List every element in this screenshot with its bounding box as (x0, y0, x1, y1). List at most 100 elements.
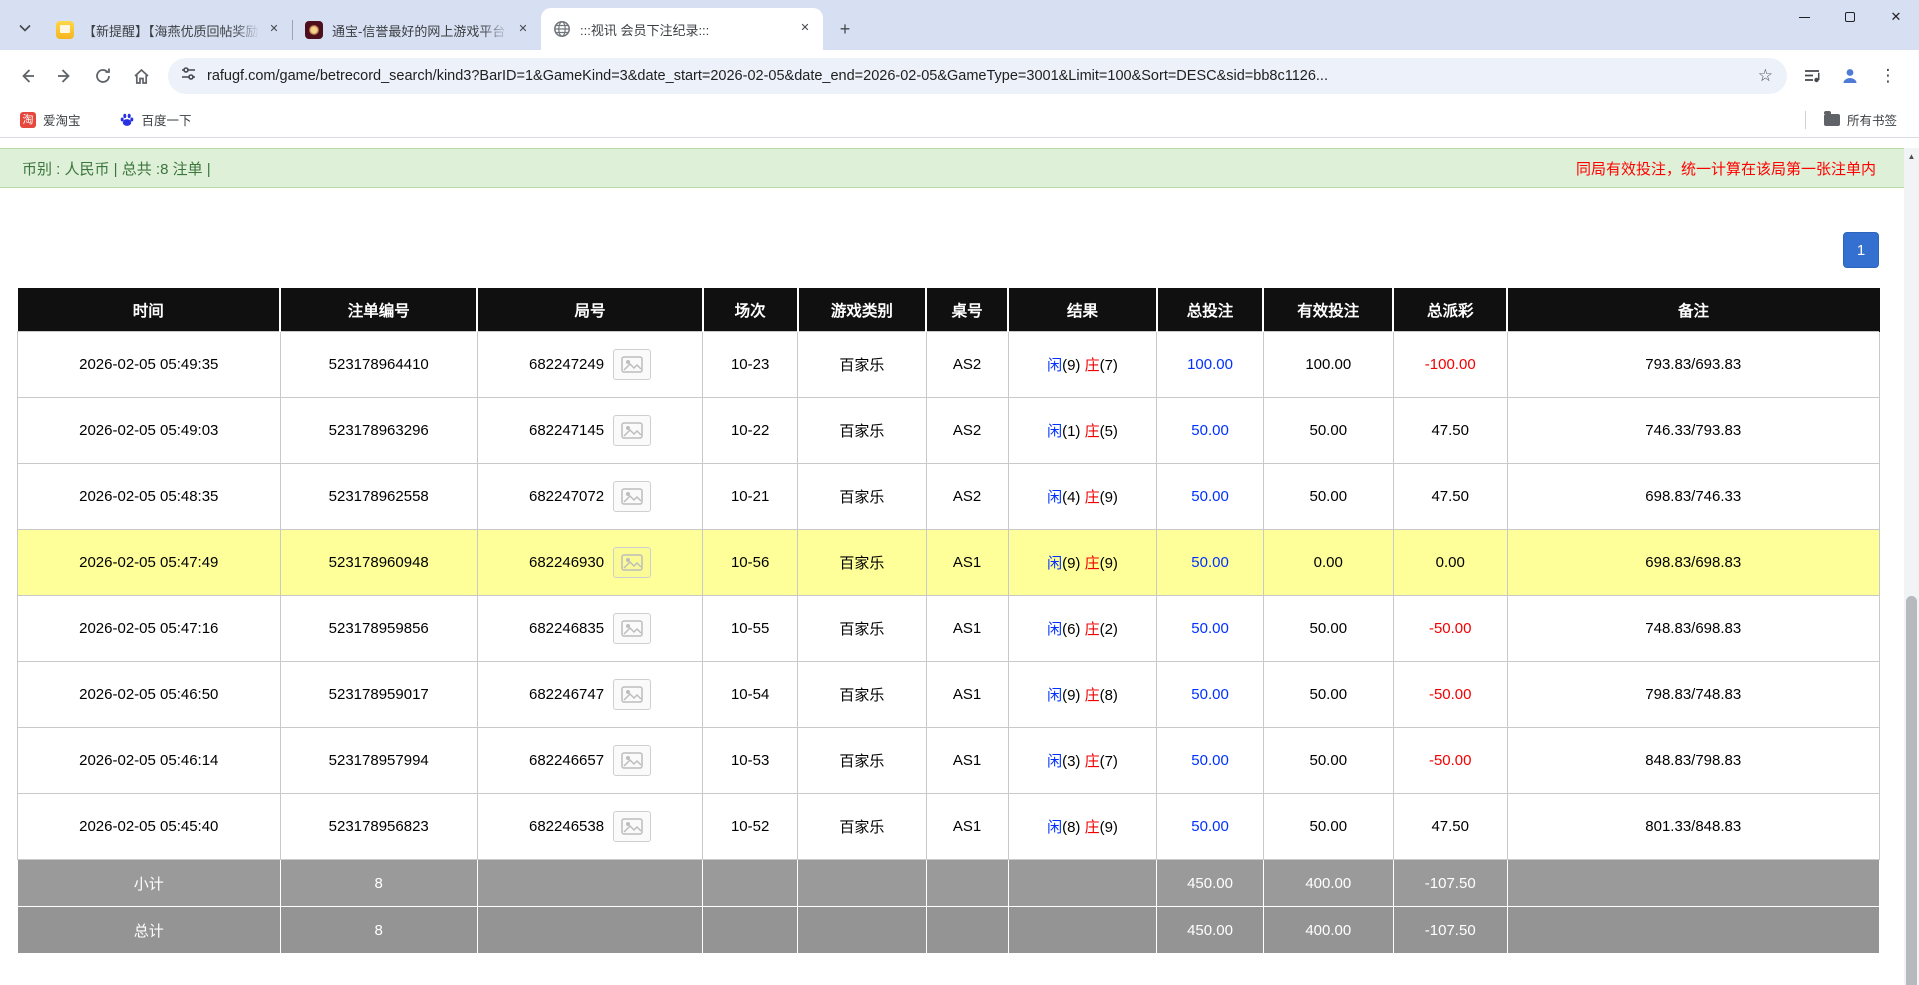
window-maximize-button[interactable] (1827, 0, 1873, 34)
bookmark-label: 爱淘宝 (43, 114, 81, 128)
bookmark-baidu[interactable]: 百度一下 (113, 107, 198, 133)
total-bet-link[interactable]: 50.00 (1191, 488, 1229, 505)
tab-close-icon[interactable]: ✕ (797, 21, 813, 37)
cell-time: 2026-02-05 05:45:40 (17, 793, 281, 860)
result-player-label: 闲 (1047, 423, 1063, 440)
total-count: 8 (279, 906, 478, 954)
subtotal-empty-result (1007, 859, 1158, 907)
cell-note: 698.83/746.33 (1506, 463, 1881, 530)
result-player-label: 闲 (1047, 489, 1063, 506)
total-bet-link[interactable]: 50.00 (1191, 686, 1229, 703)
address-bar[interactable]: rafugf.com/game/betrecord_search/kind3?B… (168, 58, 1787, 94)
home-button[interactable] (124, 59, 158, 93)
total-bet-link[interactable]: 50.00 (1191, 752, 1229, 769)
total-bet-link[interactable]: 50.00 (1191, 554, 1229, 571)
site-settings-tune-icon[interactable] (180, 65, 197, 87)
cell-session: 10-23 (702, 331, 799, 398)
url-text[interactable]: rafugf.com/game/betrecord_search/kind3?B… (207, 68, 1754, 84)
subtotal-empty-session (702, 859, 799, 907)
cell-result: 闲(1) 庄(5) (1007, 397, 1158, 464)
scrollbar-thumb[interactable] (1906, 596, 1917, 985)
cell-round-id: 682247145 (476, 397, 704, 464)
round-number: 682246657 (528, 752, 605, 769)
total-bet-link[interactable]: 50.00 (1191, 422, 1229, 439)
result-banker-label: 庄 (1084, 423, 1100, 440)
cell-time: 2026-02-05 05:47:49 (17, 529, 281, 596)
bet-table-footer: 小计 8 450.00 400.00 -107.50 总计 8 450.00 400.00 -10… (17, 859, 1881, 954)
bookmarks-divider (1804, 110, 1806, 129)
window-minimize-button[interactable] (1781, 0, 1827, 34)
round-replay-image-icon[interactable] (613, 481, 652, 512)
subtotal-payout: -107.50 (1392, 859, 1508, 907)
new-tab-button[interactable]: + (831, 15, 859, 43)
bookmark-taobao[interactable]: 淘 爱淘宝 (14, 107, 87, 133)
bet-row: 2026-02-05 05:46:14 523178957994 682246657… (17, 727, 1881, 794)
header-payout: 总派彩 (1393, 288, 1509, 332)
total-bet-link[interactable]: 50.00 (1191, 818, 1229, 835)
all-bookmarks-button[interactable]: 所有书签 (1818, 107, 1903, 133)
cell-valid-bet: 50.00 (1262, 793, 1394, 860)
result-player-label: 闲 (1047, 621, 1063, 638)
cell-round-id: 682246835 (476, 595, 704, 662)
cell-game-type: 百家乐 (797, 727, 927, 794)
round-replay-image-icon[interactable] (613, 613, 652, 644)
tab-close-icon[interactable]: ✕ (266, 22, 282, 38)
forward-button[interactable] (48, 59, 82, 93)
total-total-bet: 450.00 (1156, 906, 1264, 954)
round-replay-image-icon[interactable] (613, 415, 652, 446)
cell-table-no: AS2 (925, 331, 1009, 398)
cell-total-bet: 50.00 (1156, 397, 1264, 464)
total-bet-link[interactable]: 50.00 (1191, 620, 1229, 637)
browser-menu-kebab-icon[interactable]: ⋮ (1871, 59, 1905, 93)
result-player-label: 闲 (1047, 357, 1063, 374)
tab-close-icon[interactable]: ✕ (515, 22, 531, 38)
cell-payout: 47.50 (1392, 793, 1508, 860)
bookmarks-bar: 淘 爱淘宝 百度一下 所有书签 (0, 102, 1919, 138)
total-bet-link[interactable]: 100.00 (1187, 356, 1233, 373)
cell-time: 2026-02-05 05:49:35 (17, 331, 281, 398)
round-replay-image-icon[interactable] (613, 349, 652, 380)
round-number: 682246930 (528, 554, 605, 571)
valid-bet-notice-text: 同局有效投注，统一计算在该局第一张注单内 (1575, 160, 1876, 178)
tab-tongbao[interactable]: 通宝-信誉最好的网上游戏平台 ✕ (293, 10, 541, 50)
vertical-scrollbar[interactable]: ▲ (1904, 148, 1919, 985)
round-replay-image-icon[interactable] (613, 547, 652, 578)
bookmark-star-icon[interactable]: ☆ (1754, 66, 1777, 86)
cell-round-id: 682246930 (476, 529, 704, 596)
tab-search-chevron-icon[interactable] (10, 10, 40, 46)
round-number: 682246747 (528, 686, 605, 703)
cell-note: 848.83/798.83 (1506, 727, 1881, 794)
media-controls-icon[interactable] (1795, 59, 1829, 93)
bet-row: 2026-02-05 05:45:40 523178956823 682246538… (17, 793, 1881, 860)
header-total-bet: 总投注 (1156, 288, 1265, 332)
subtotal-count: 8 (279, 859, 478, 907)
cell-game-type: 百家乐 (797, 331, 927, 398)
total-empty-table-no (925, 906, 1009, 954)
cell-payout: 47.50 (1392, 463, 1508, 530)
window-close-button[interactable]: ✕ (1873, 0, 1919, 34)
page-1-button[interactable]: 1 (1843, 232, 1879, 268)
bet-row: 2026-02-05 05:46:50 523178959017 682246747… (17, 661, 1881, 728)
cell-table-no: AS2 (925, 463, 1009, 530)
subtotal-empty-game-type (797, 859, 927, 907)
back-button[interactable] (10, 59, 44, 93)
cell-note: 793.83/693.83 (1506, 331, 1881, 398)
cell-payout: 0.00 (1392, 529, 1508, 596)
bet-row: 2026-02-05 05:48:35 523178962558 682247072… (17, 463, 1881, 530)
round-replay-image-icon[interactable] (613, 745, 652, 776)
tab-haiyan-forum[interactable]: 【新提醒】【海燕优质回帖奖励 ✕ (44, 10, 292, 50)
cell-bet-id: 523178957994 (279, 727, 478, 794)
subtotal-row: 小计 8 450.00 400.00 -107.50 (17, 859, 1881, 907)
reload-button[interactable] (86, 59, 120, 93)
cell-game-type: 百家乐 (797, 397, 927, 464)
round-replay-image-icon[interactable] (613, 811, 652, 842)
bet-row: 2026-02-05 05:49:03 523178963296 682247145… (17, 397, 1881, 464)
cell-time: 2026-02-05 05:47:16 (17, 595, 281, 662)
tab-bet-record-active[interactable]: :::视讯 会员下注纪录::: ✕ (541, 8, 823, 50)
total-empty-result (1007, 906, 1158, 954)
result-player-label: 闲 (1047, 819, 1063, 836)
profile-avatar-icon[interactable] (1833, 59, 1867, 93)
scrollbar-up-arrow-icon[interactable]: ▲ (1904, 148, 1919, 164)
round-replay-image-icon[interactable] (613, 679, 652, 710)
cell-game-type: 百家乐 (797, 595, 927, 662)
